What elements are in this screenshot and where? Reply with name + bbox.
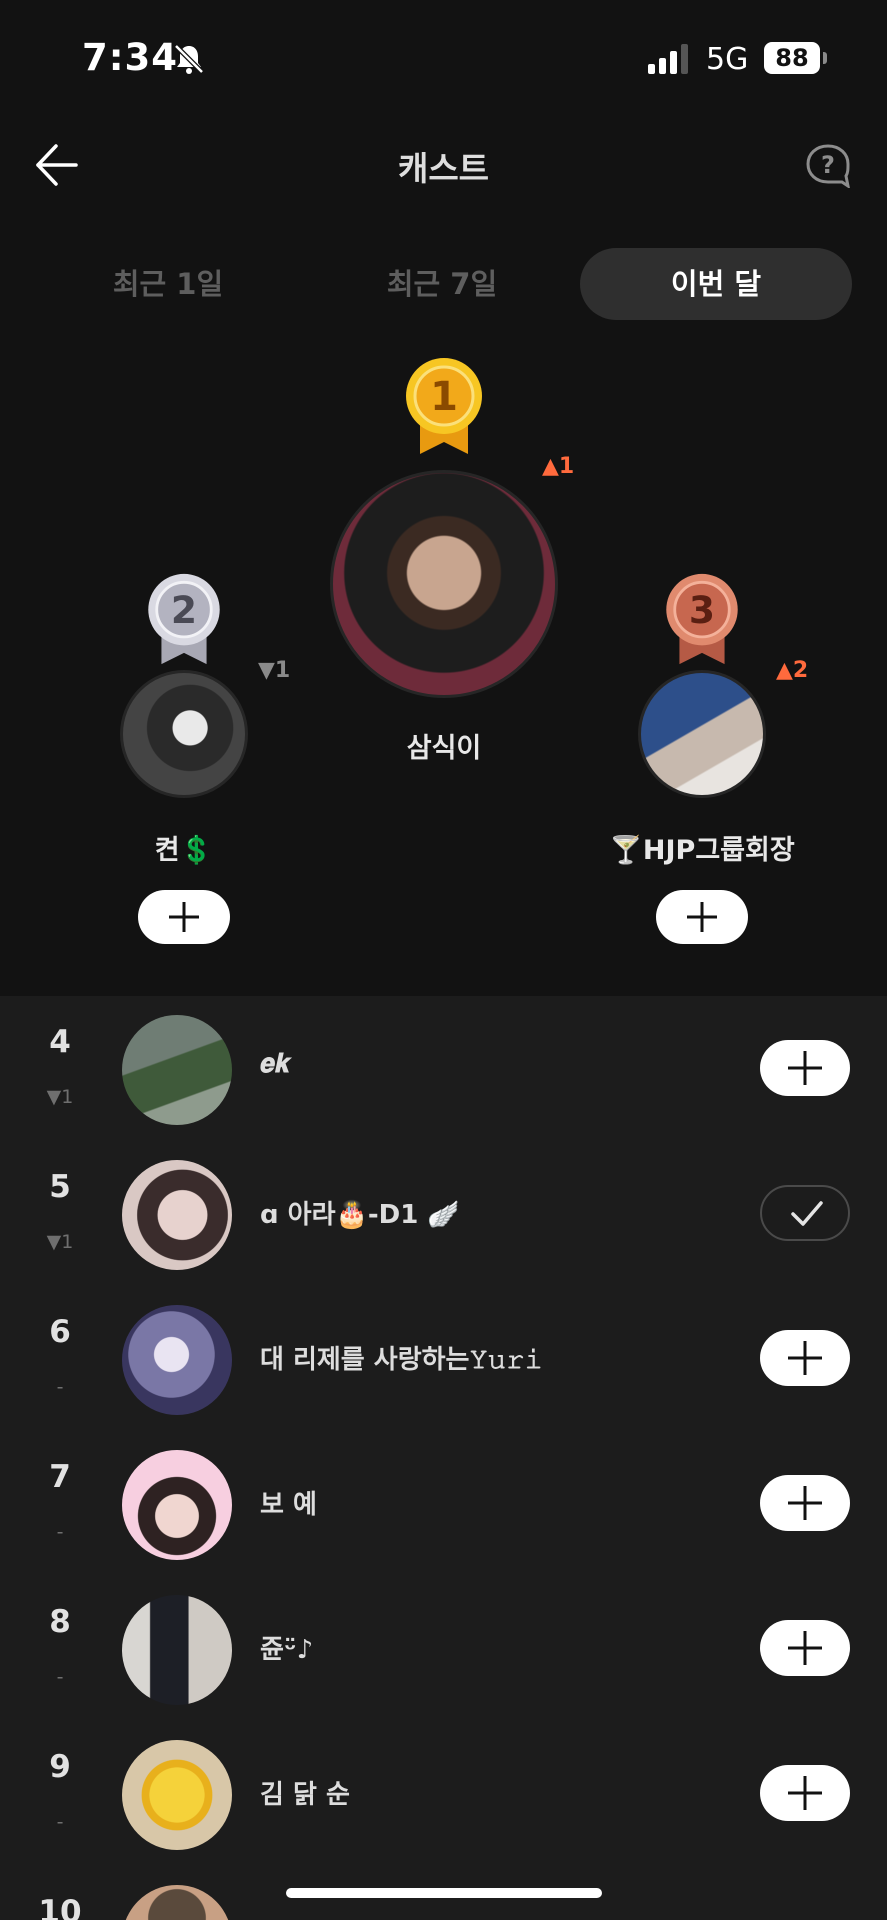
silver-medal-icon: 2 [148,573,220,665]
rank-number: 4 [49,1024,71,1060]
podium-name-first: 삼식이 [406,733,482,764]
status-bar: 7:34 5G 88 [0,0,887,120]
battery-icon: 88 [764,42,820,74]
svg-text:2: 2 [171,588,197,632]
avatar[interactable] [122,1450,232,1560]
plus-icon [788,1631,822,1665]
podium-name-second: 켠💲 [154,835,214,866]
avatar[interactable] [122,1885,232,1920]
avatar[interactable] [122,1595,232,1705]
rank-change-third: ▲2 [776,658,809,683]
avatar[interactable] [122,1740,232,1850]
gold-medal-icon: 1 [406,358,482,454]
ranking-list: 4 ▼1 𝒆𝒌 5 ▼1 ɑ 아라🎂-D1 🪽 6 - 대 리제를 사랑하는𝚈𝚞… [0,996,887,1920]
page-title: 캐스트 [397,149,490,188]
user-name: 𝒆𝒌 [260,1049,291,1079]
follow-button-third[interactable] [656,890,748,944]
rank-delta: - [56,1666,64,1688]
avatar-third[interactable] [638,670,766,798]
svg-text:?: ? [821,151,835,179]
svg-text:1: 1 [430,374,458,420]
list-item[interactable]: 7 - 보 예 [0,1431,887,1576]
user-name: ɑ 아라🎂-D1 🪽 [260,1200,460,1230]
list-item[interactable]: 8 - 쥰ᵕ̈♪ [0,1576,887,1721]
tab-recent-7-days[interactable]: 최근 7일 [306,248,578,320]
avatar[interactable] [122,1305,232,1415]
status-time: 7:34 [82,36,179,79]
list-item[interactable]: 5 ▼1 ɑ 아라🎂-D1 🪽 [0,1141,887,1286]
bronze-medal-icon: 3 [666,573,738,665]
follow-button[interactable] [760,1620,850,1676]
period-tabs: 최근 1일 최근 7일 이번 달 [32,248,852,320]
top-three-podium: 1 ▲1 삼식이 2 ▼1 켠💲 3 ▲2 🍸HJP그룹회장 [0,340,887,990]
list-item[interactable]: 4 ▼1 𝒆𝒌 [0,996,887,1141]
user-name: 쥰ᵕ̈♪ [260,1635,314,1665]
plus-icon [788,1341,822,1375]
rank-delta: - [56,1521,64,1543]
follow-button[interactable] [760,1765,850,1821]
rank-delta: - [56,1811,64,1833]
rank-change-first: ▲1 [542,454,575,479]
tab-recent-1-day[interactable]: 최근 1일 [32,248,304,320]
user-name: 김 닭 순 [260,1780,350,1810]
header: 캐스트 ? [0,120,887,220]
rank-delta: - [56,1376,64,1398]
user-name: 보 예 [260,1490,317,1520]
signal-bars-icon [648,44,688,74]
avatar-second[interactable] [120,670,248,798]
tab-this-month[interactable]: 이번 달 [580,248,852,320]
podium-name-third: 🍸HJP그룹회장 [609,835,795,866]
plus-icon [788,1486,822,1520]
check-icon [791,1201,823,1226]
rank-delta: ▼1 [46,1086,74,1108]
plus-icon [687,902,717,932]
svg-text:3: 3 [689,588,715,632]
rank-number: 5 [49,1169,71,1205]
plus-icon [788,1051,822,1085]
list-item[interactable]: 6 - 대 리제를 사랑하는𝚈𝚞𝚛𝚒 [0,1286,887,1431]
bell-slash-icon [174,44,204,74]
following-button[interactable] [760,1185,850,1241]
battery-tip [823,52,827,64]
rank-change-second: ▼1 [258,658,291,683]
rank-number: 9 [49,1749,71,1785]
rank-number: 10 [38,1894,82,1920]
avatar-first[interactable] [330,470,558,698]
rank-number: 6 [49,1314,71,1350]
follow-button[interactable] [760,1040,850,1096]
follow-button-second[interactable] [138,890,230,944]
list-item[interactable]: 9 - 김 닭 순 [0,1721,887,1866]
follow-button[interactable] [760,1330,850,1386]
plus-icon [788,1776,822,1810]
follow-button[interactable] [760,1475,850,1531]
home-indicator [286,1888,602,1898]
plus-icon [169,902,199,932]
rank-number: 7 [49,1459,71,1495]
help-bubble-icon[interactable]: ? [804,142,852,188]
rank-number: 8 [49,1604,71,1640]
avatar[interactable] [122,1160,232,1270]
avatar[interactable] [122,1015,232,1125]
user-name: 대 리제를 사랑하는𝚈𝚞𝚛𝚒 [260,1345,543,1375]
network-type: 5G [706,42,749,77]
rank-delta: ▼1 [46,1231,74,1253]
